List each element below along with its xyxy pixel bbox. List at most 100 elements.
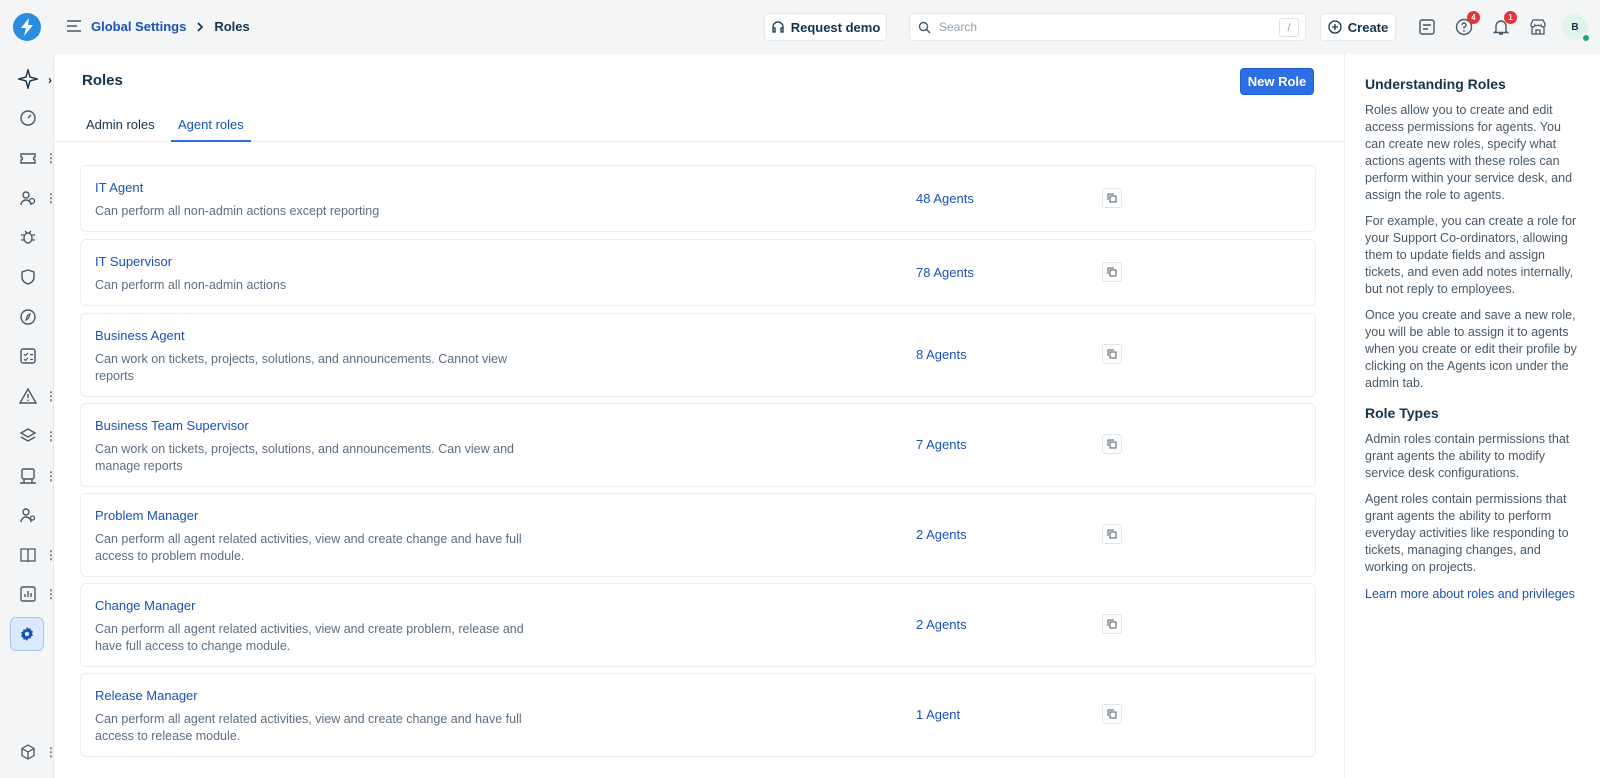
search-input[interactable] xyxy=(939,20,1269,34)
sidebar-reports[interactable] xyxy=(17,583,39,605)
role-name[interactable]: Problem Manager xyxy=(95,508,198,523)
sidebar-solutions[interactable] xyxy=(17,544,39,566)
sidebar-tickets[interactable] xyxy=(17,147,39,169)
sidebar-tickets-more[interactable]: ⋮ xyxy=(45,151,57,165)
role-tabs: Admin roles Agent roles xyxy=(54,110,1344,142)
copy-role-icon[interactable] xyxy=(1102,262,1122,282)
global-search[interactable]: / xyxy=(909,13,1306,41)
compass-icon xyxy=(20,309,36,325)
create-button[interactable]: Create xyxy=(1320,13,1396,41)
role-description: Can work on tickets, projects, solutions… xyxy=(95,352,508,383)
app-logo[interactable] xyxy=(13,13,41,41)
left-sidebar: ⋮ ⋮ ⋮ ⋮ ⋮ ⋮ ⋮ ⋮ xyxy=(0,54,57,778)
chevron-right-icon xyxy=(197,21,204,32)
notifications-badge: 1 xyxy=(1504,11,1517,24)
help-panel: Understanding Roles Roles allow you to c… xyxy=(1344,54,1600,778)
sparkle-icon xyxy=(18,69,38,89)
sidebar-releases[interactable] xyxy=(17,306,39,328)
role-description: Can perform all non-admin actions except… xyxy=(95,204,380,218)
role-name[interactable]: IT Agent xyxy=(95,180,143,195)
role-name[interactable]: Business Team Supervisor xyxy=(95,418,249,433)
warning-icon xyxy=(19,387,37,404)
bug-icon xyxy=(21,230,35,244)
dashboard-icon xyxy=(20,110,36,126)
plus-circle-icon xyxy=(1328,20,1342,34)
copy-role-icon[interactable] xyxy=(1102,188,1122,208)
role-row[interactable]: IT Supervisor Can perform all non-admin … xyxy=(80,239,1316,306)
sidebar-dashboard[interactable] xyxy=(17,107,39,129)
sidebar-assets[interactable] xyxy=(17,425,39,447)
copy-role-icon[interactable] xyxy=(1102,704,1122,724)
role-agent-count[interactable]: 7 Agents xyxy=(916,437,967,452)
people-icon xyxy=(20,191,36,206)
sidebar-agents[interactable] xyxy=(17,504,39,526)
role-description: Can perform all non-admin actions xyxy=(95,278,287,292)
sidebar-alerts-more[interactable]: ⋮ xyxy=(45,389,57,403)
role-agent-count[interactable]: 2 Agents xyxy=(916,617,967,632)
layers-icon xyxy=(19,428,37,442)
notifications-bell-icon[interactable]: 1 xyxy=(1491,11,1517,37)
tab-admin-roles[interactable]: Admin roles xyxy=(86,117,155,142)
role-description: Can work on tickets, projects, solutions… xyxy=(95,442,514,473)
sidebar-admin-settings[interactable] xyxy=(10,617,44,651)
search-shortcut-hint: / xyxy=(1279,18,1299,37)
online-status-dot xyxy=(1581,33,1591,43)
role-description: Can perform all agent related activities… xyxy=(95,622,524,653)
sidebar-solutions-more[interactable]: ⋮ xyxy=(45,548,57,562)
copy-role-icon[interactable] xyxy=(1102,434,1122,454)
role-row[interactable]: IT Agent Can perform all non-admin actio… xyxy=(80,165,1316,232)
role-row[interactable]: Change Manager Can perform all agent rel… xyxy=(80,583,1316,667)
sidebar-expand-chevron-icon[interactable]: › xyxy=(48,73,52,87)
agents-icon xyxy=(20,508,36,523)
role-name[interactable]: IT Supervisor xyxy=(95,254,172,269)
sidebar-contracts[interactable] xyxy=(17,465,39,487)
sidebar-contracts-more[interactable]: ⋮ xyxy=(45,469,57,483)
request-demo-button[interactable]: Request demo xyxy=(764,13,887,41)
help-heading-role-types: Role Types xyxy=(1365,405,1439,421)
role-row[interactable]: Problem Manager Can perform all agent re… xyxy=(80,493,1316,577)
shield-icon xyxy=(21,269,35,285)
copy-role-icon[interactable] xyxy=(1102,524,1122,544)
learn-more-link[interactable]: Learn more about roles and privileges xyxy=(1365,587,1575,601)
role-agent-count[interactable]: 48 Agents xyxy=(916,191,974,206)
role-agent-count[interactable]: 8 Agents xyxy=(916,347,967,362)
role-name[interactable]: Change Manager xyxy=(95,598,195,613)
sidebar-people[interactable] xyxy=(17,187,39,209)
sidebar-problems[interactable] xyxy=(17,226,39,248)
help-paragraph: Once you create and save a new role, you… xyxy=(1365,308,1577,390)
sidebar-reports-more[interactable]: ⋮ xyxy=(45,587,57,601)
sidebar-tasks[interactable] xyxy=(17,345,39,367)
help-badge: 4 xyxy=(1467,11,1480,24)
breadcrumb-global-settings[interactable]: Global Settings xyxy=(91,19,186,34)
role-row[interactable]: Business Team Supervisor Can work on tic… xyxy=(80,403,1316,487)
ticket-icon xyxy=(20,153,36,164)
role-row[interactable]: Business Agent Can work on tickets, proj… xyxy=(80,313,1316,397)
sidebar-freddy[interactable] xyxy=(17,68,39,90)
sidebar-assets-more[interactable]: ⋮ xyxy=(45,429,57,443)
book-icon xyxy=(20,548,36,563)
help-icon[interactable]: 4 xyxy=(1454,11,1480,37)
role-agent-count[interactable]: 78 Agents xyxy=(916,265,974,280)
role-description: Can perform all agent related activities… xyxy=(95,712,522,743)
contacts-icon[interactable] xyxy=(1417,17,1437,37)
role-description: Can perform all agent related activities… xyxy=(95,532,522,563)
sidebar-people-more[interactable]: ⋮ xyxy=(45,191,57,205)
avatar-initial: B xyxy=(1571,21,1579,33)
sidebar-changes[interactable] xyxy=(17,266,39,288)
tab-agent-roles[interactable]: Agent roles xyxy=(171,117,251,142)
role-name[interactable]: Business Agent xyxy=(95,328,185,343)
role-row[interactable]: Release Manager Can perform all agent re… xyxy=(80,673,1316,757)
sidebar-apps-more[interactable]: ⋮ xyxy=(45,745,57,759)
user-avatar[interactable]: B xyxy=(1562,14,1591,43)
hamburger-menu-icon[interactable] xyxy=(66,18,82,34)
create-label: Create xyxy=(1347,19,1389,35)
role-agent-count[interactable]: 1 Agent xyxy=(916,707,960,722)
sidebar-apps[interactable] xyxy=(17,741,39,763)
sidebar-alerts[interactable] xyxy=(17,385,39,407)
copy-role-icon[interactable] xyxy=(1102,614,1122,634)
role-name[interactable]: Release Manager xyxy=(95,688,198,703)
role-agent-count[interactable]: 2 Agents xyxy=(916,527,967,542)
copy-role-icon[interactable] xyxy=(1102,344,1122,364)
new-role-button[interactable]: New Role xyxy=(1240,68,1314,95)
marketplace-icon[interactable] xyxy=(1528,17,1548,37)
